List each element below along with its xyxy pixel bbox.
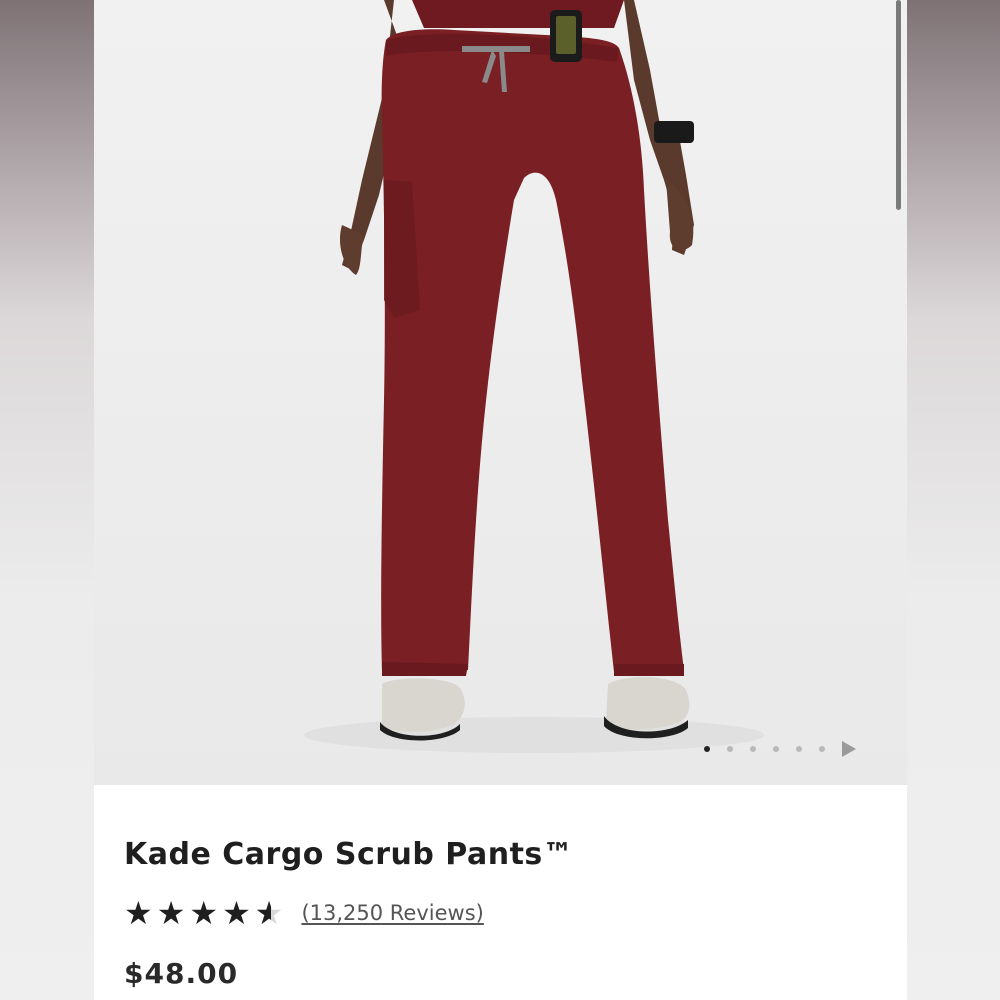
- reviews-link[interactable]: (13,250 Reviews): [301, 901, 483, 925]
- product-info: Kade Cargo Scrub Pants™ ★ ★ ★ ★ ★ ★ (13,2…: [94, 785, 907, 1000]
- gallery-dot-3[interactable]: [750, 746, 756, 752]
- star-half-icon: ★ ★: [254, 894, 284, 932]
- gallery-dot-6[interactable]: [819, 746, 825, 752]
- blurred-background-right: [907, 0, 1000, 1000]
- scroll-indicator[interactable]: [896, 0, 901, 210]
- product-image-gallery[interactable]: [94, 0, 907, 785]
- gallery-dot-1[interactable]: [704, 746, 710, 752]
- product-title: Kade Cargo Scrub Pants™: [124, 837, 574, 872]
- star-filled-icon: ★: [222, 894, 251, 932]
- product-photo[interactable]: [94, 0, 907, 785]
- blurred-background-left: [0, 0, 94, 1000]
- screenshot-frame: Kade Cargo Scrub Pants™ ★ ★ ★ ★ ★ ★ (13,2…: [0, 0, 1000, 1000]
- star-filled-icon: ★: [189, 894, 219, 932]
- rating-row: ★ ★ ★ ★ ★ ★ (13,250 Reviews): [124, 897, 484, 929]
- product-page: Kade Cargo Scrub Pants™ ★ ★ ★ ★ ★ ★ (13,2…: [94, 0, 907, 1000]
- gallery-dot-5[interactable]: [796, 746, 802, 752]
- gallery-pagination: [704, 740, 856, 758]
- gallery-dot-4[interactable]: [773, 746, 779, 752]
- star-filled-icon: ★: [156, 894, 186, 932]
- product-price: $48.00: [124, 957, 239, 990]
- gallery-dot-2[interactable]: [727, 746, 733, 752]
- play-triangle-icon[interactable]: [842, 741, 856, 757]
- star-filled-icon: ★: [124, 894, 153, 932]
